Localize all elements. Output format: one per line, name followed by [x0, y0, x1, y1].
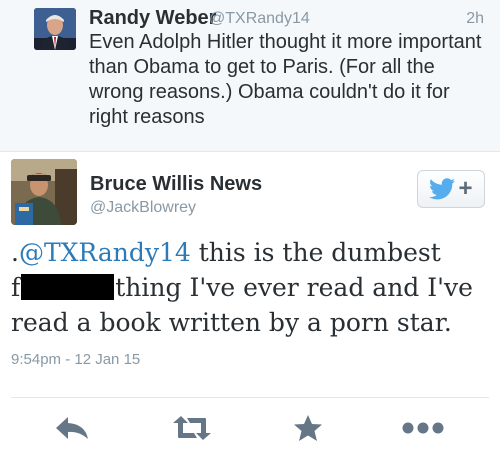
main-tweet-text: .@TXRandy14 this is the dumbest f thing I'… [11, 235, 491, 340]
tweet-text-part1: this is the dumbest [190, 238, 441, 267]
more-options-icon [402, 422, 444, 434]
main-author-name[interactable]: Bruce Willis News [90, 173, 262, 196]
redaction-bar [21, 274, 115, 300]
divider [11, 397, 489, 398]
reply-tweet-text: Even Adolph Hitler thought it more impor… [89, 31, 482, 128]
follow-plus-label: + [458, 175, 473, 202]
reply-button[interactable] [54, 412, 90, 444]
avatar-photo [11, 159, 77, 225]
reply-author-name[interactable]: Randy Weber [89, 7, 216, 30]
reply-icon [56, 417, 88, 439]
reply-author-handle[interactable]: @TXRandy14 [209, 10, 310, 28]
twitter-bird-icon [429, 178, 456, 200]
more-options-button[interactable] [401, 412, 445, 444]
tweet-text-prefix: . [11, 238, 19, 267]
avatar-photo [34, 8, 76, 50]
tweet-timestamp[interactable]: 9:54pm - 12 Jan 15 [11, 351, 140, 368]
reply-author-avatar[interactable] [34, 8, 76, 50]
main-author-avatar[interactable] [11, 159, 77, 225]
in-reply-to-tweet[interactable]: Randy Weber @TXRandy14 2h Even Adolph Hi… [0, 0, 500, 152]
favorite-button[interactable] [291, 412, 325, 444]
retweet-button[interactable] [171, 412, 213, 444]
tweet-text-line2-start: f [11, 273, 21, 302]
favorite-star-icon [294, 415, 322, 441]
reply-time: 2h [466, 10, 484, 27]
main-author-handle[interactable]: @JackBlowrey [90, 199, 196, 217]
retweet-icon [173, 416, 211, 440]
follow-button[interactable]: + [417, 170, 485, 208]
mention-link[interactable]: @TXRandy14 [19, 238, 191, 267]
